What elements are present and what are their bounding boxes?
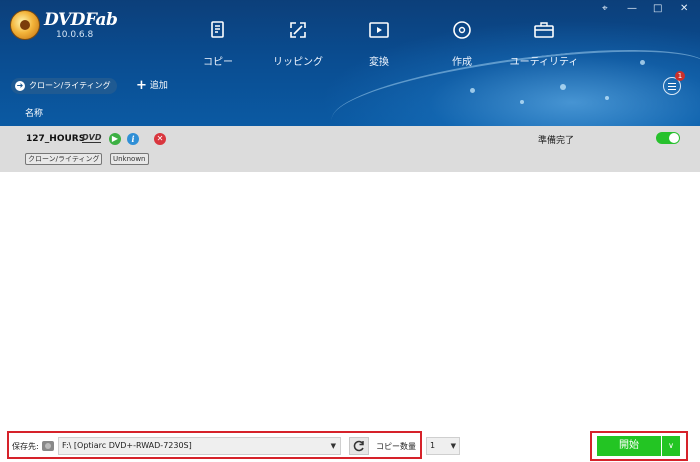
nav-copy[interactable]: コピー — [178, 18, 258, 68]
copy-count-label: コピー数量 — [376, 442, 416, 451]
nav-ripper[interactable]: リッピング — [258, 18, 338, 68]
drive-icon — [42, 441, 54, 451]
nav-converter[interactable]: 変換 — [339, 18, 419, 68]
maximize-button[interactable]: □ — [653, 3, 662, 15]
plus-icon: + — [136, 78, 147, 93]
copy-count-select[interactable]: 1 ▼ — [426, 437, 460, 455]
nav-copy-label: コピー — [203, 57, 233, 68]
start-button[interactable]: 開始 — [597, 436, 661, 456]
nav-utility[interactable]: ユーティリティ — [504, 18, 584, 68]
save-target-value: F:\ [Optiarc DVD+-RWAD-7230S] — [62, 441, 192, 450]
close-button[interactable]: ✕ — [680, 3, 688, 15]
task-enable-toggle[interactable] — [656, 132, 680, 144]
minimize-button[interactable]: — — [627, 3, 637, 15]
refresh-icon — [353, 440, 364, 452]
chevron-down-icon: ▼ — [330, 442, 336, 450]
save-to-label: 保存先: — [12, 442, 39, 451]
task-title: 127_HOURS — [26, 134, 86, 144]
copy-icon — [211, 21, 224, 38]
info-icon[interactable]: i — [127, 133, 139, 145]
task-row[interactable]: 127_HOURS DVD ▶ i ✕ 準備完了 クローン/ライティング Unk… — [0, 126, 700, 172]
app-logo-icon — [10, 10, 40, 40]
copy-count-value: 1 — [430, 441, 436, 450]
app-brand: DVDFab — [44, 10, 118, 30]
toolbar-row: ➜ クローン/ライティング + 追加 — [0, 74, 700, 98]
task-tag-mode: クローン/ライティング — [25, 153, 103, 165]
nav-converter-label: 変換 — [369, 57, 389, 68]
converter-icon — [369, 22, 389, 38]
play-icon[interactable]: ▶ — [109, 133, 121, 145]
nav-creator[interactable]: 作成 — [422, 18, 502, 68]
nav-creator-label: 作成 — [452, 57, 472, 68]
mode-selector-button[interactable]: ➜ クローン/ライティング — [11, 78, 117, 94]
nav-utility-label: ユーティリティ — [509, 57, 579, 68]
queue-count-badge: 1 — [675, 71, 685, 81]
remove-icon[interactable]: ✕ — [154, 133, 166, 145]
add-label: 追加 — [149, 81, 168, 91]
arrow-right-icon: ➜ — [15, 81, 25, 91]
add-source-button[interactable]: + 追加 — [136, 78, 168, 94]
chevron-down-icon: ∨ — [668, 441, 674, 450]
start-options-button[interactable]: ∨ — [662, 436, 680, 456]
toolbox-icon — [534, 22, 554, 38]
column-header-name: 名称 — [25, 109, 44, 119]
mode-label: クローン/ライティング — [29, 81, 111, 90]
water-drop — [640, 60, 645, 65]
app-version: 10.0.6.8 — [56, 30, 94, 40]
ripper-icon — [290, 22, 306, 38]
nav-ripper-label: リッピング — [273, 57, 323, 68]
refresh-drive-button[interactable] — [349, 437, 369, 455]
list-icon — [668, 83, 676, 84]
dvd-logo-icon: DVD — [82, 133, 102, 143]
water-drop — [520, 100, 524, 104]
save-target-select[interactable]: F:\ [Optiarc DVD+-RWAD-7230S] ▼ — [58, 437, 341, 455]
task-status: 準備完了 — [538, 136, 575, 146]
creator-icon — [453, 21, 471, 39]
task-tag-info: Unknown — [110, 153, 149, 165]
pin-icon[interactable]: ⌖ — [602, 3, 608, 15]
chevron-down-icon: ▼ — [450, 442, 456, 450]
